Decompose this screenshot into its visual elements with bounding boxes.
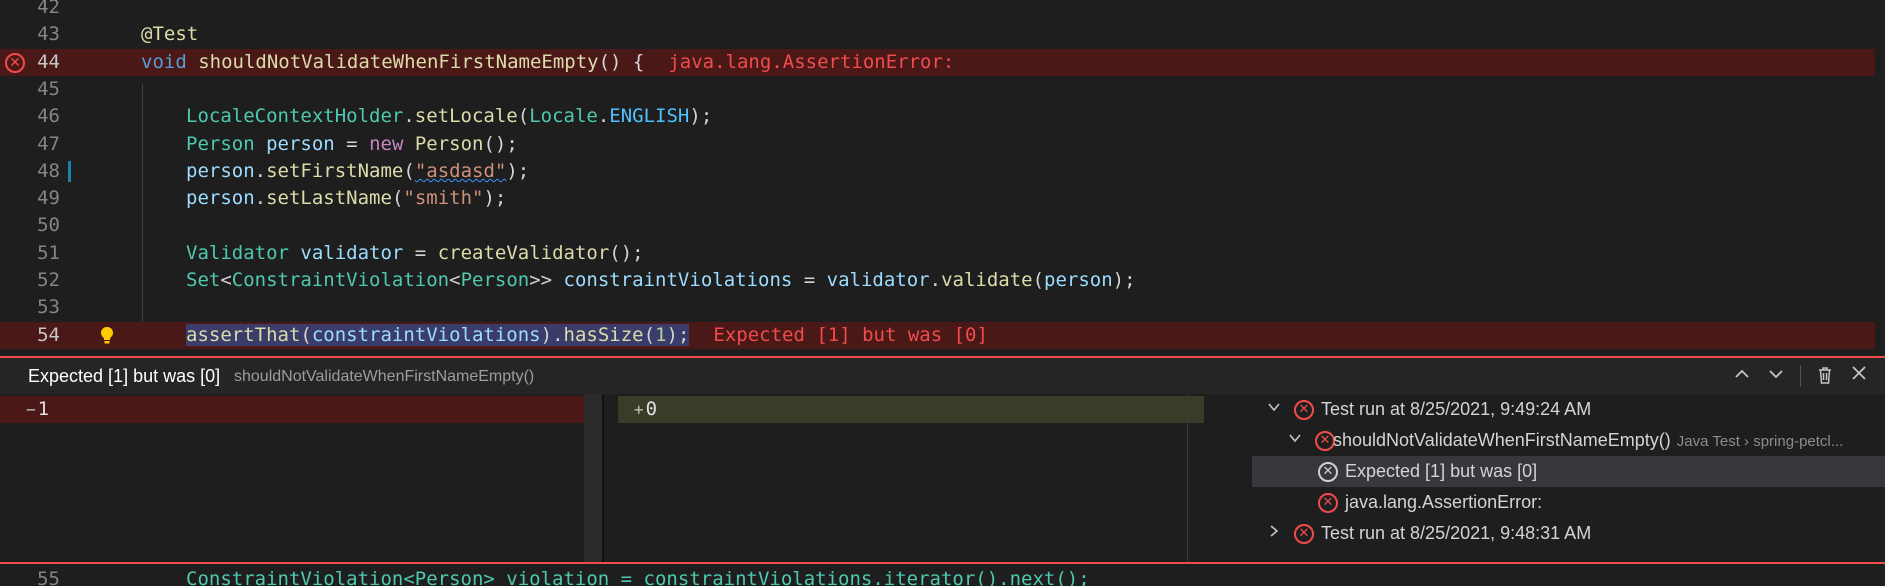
inline-error-message: Expected [1] but was [0] — [713, 323, 988, 346]
chevron-down-icon[interactable] — [1286, 431, 1304, 449]
editor-line[interactable]: 43 @Test — [0, 21, 1885, 48]
editor-line[interactable]: 42 — [0, 0, 1885, 21]
peek-subtitle: shouldNotValidateWhenFirstNameEmpty() — [234, 368, 535, 385]
tree-item-label: shouldNotValidateWhenFirstNameEmpty() — [1333, 430, 1671, 450]
code-text: @Test — [141, 23, 199, 46]
toolbar-separator — [1800, 365, 1801, 387]
expected-value: 1 — [37, 398, 50, 420]
diff-removed-text: −1 — [26, 396, 49, 423]
code-text: LocaleContextHolder.setLocale(Locale.ENG… — [186, 105, 713, 128]
line-number: 43 — [37, 23, 60, 46]
line-number: 52 — [37, 269, 60, 291]
editor-line[interactable]: 54 assertThat(constraintViolations).hasSi… — [0, 321, 1875, 349]
test-results-tree: ✕ Test run at 8/25/2021, 9:49:24 AM ✕ sh… — [1252, 394, 1885, 562]
chevron-up-icon[interactable] — [1732, 365, 1752, 387]
lightbulb-icon[interactable] — [100, 326, 114, 345]
diff-scrollbar[interactable] — [584, 394, 602, 562]
line-number: 48 — [37, 159, 60, 182]
code-text: assertThat(constraintViolations).hasSize… — [186, 323, 988, 346]
editor-line[interactable]: 49 person.setLastName("smith"); — [0, 185, 1885, 212]
editor-line[interactable]: 46 LocaleContextHolder.setLocale(Locale.E… — [0, 103, 1885, 130]
code-text: Set<ConstraintViolation<Person>> constra… — [186, 269, 1136, 291]
error-circle-icon: ✕ — [1318, 493, 1338, 513]
tree-item-test-run[interactable]: ✕ Test run at 8/25/2021, 9:48:31 AM — [1252, 518, 1885, 549]
editor-line[interactable]: 52 Set<ConstraintViolation<Person>> const… — [0, 267, 1885, 294]
plus-sign: + — [634, 400, 644, 419]
editor-line[interactable]: 47 Person person = new Person(); — [0, 131, 1885, 158]
line-number: 51 — [37, 241, 60, 264]
line-number: 47 — [37, 132, 60, 155]
tree-item-test-method[interactable]: ✕ shouldNotValidateWhenFirstNameEmpty() J… — [1252, 425, 1885, 456]
tree-item-label: Test run at 8/25/2021, 9:48:31 AM — [1321, 523, 1592, 543]
tree-item-message[interactable]: ✕ Expected [1] but was [0] — [1252, 456, 1885, 487]
tree-item-test-run[interactable]: ✕ Test run at 8/25/2021, 9:49:24 AM — [1252, 394, 1885, 425]
tree-item-message[interactable]: ✕ java.lang.AssertionError: — [1252, 487, 1885, 518]
line-number: 55 — [37, 568, 60, 586]
peek-border-bottom — [0, 562, 1885, 564]
editor-line[interactable]: 48 person.setFirstName("asdasd"); — [0, 158, 1885, 185]
tree-item-label: java.lang.AssertionError: — [1345, 492, 1543, 512]
code-text: Validator validator = createValidator(); — [186, 241, 644, 264]
tree-item-label: Expected [1] but was [0] — [1345, 461, 1538, 481]
code-text: ConstraintViolation<Person> violation = … — [186, 568, 1090, 586]
code-text: person.setFirstName("asdasd"); — [186, 159, 530, 182]
editor-line[interactable]: 53 — [0, 294, 1885, 321]
code-text: person.setLastName("smith"); — [186, 187, 507, 210]
inline-error-message: java.lang.AssertionError: — [668, 50, 955, 73]
editor-line[interactable]: 50 — [0, 212, 1885, 239]
code-text: void shouldNotValidateWhenFirstNameEmpty… — [141, 50, 955, 73]
line-number: 54 — [37, 323, 60, 346]
line-number: 49 — [37, 187, 60, 210]
chevron-down-icon[interactable] — [1766, 365, 1786, 387]
error-circle-icon: ✕ — [1318, 462, 1338, 482]
error-circle-icon: ✕ — [1315, 431, 1335, 451]
peek-title: Expected [1] but was [0] — [28, 366, 221, 386]
peek-header: Expected [1] but was [0] shouldNotValida… — [0, 358, 1885, 394]
actual-value: 0 — [645, 398, 658, 420]
editor-line[interactable]: 45 — [0, 76, 1885, 103]
line-number: 53 — [37, 296, 60, 319]
diff-expected-pane[interactable]: −1 — [0, 394, 602, 562]
minus-sign: − — [26, 400, 36, 419]
code-text: Person person = new Person(); — [186, 132, 518, 155]
peek-body: −1 +0 ✕ Test run at 8/25/2021, 9:49:24 A… — [0, 394, 1885, 562]
tree-item-description: Java Test › spring-petcl... — [1676, 433, 1844, 450]
chevron-right-icon[interactable] — [1265, 524, 1283, 542]
error-circle-icon: ✕ — [1294, 524, 1314, 544]
peek-actions — [1732, 364, 1869, 388]
trash-icon[interactable] — [1815, 365, 1835, 387]
diff-actual-pane[interactable]: +0 — [604, 394, 1204, 562]
chevron-down-icon[interactable] — [1265, 400, 1283, 418]
error-circle-icon: ✕ — [1294, 400, 1314, 420]
tree-item-text: shouldNotValidateWhenFirstNameEmpty() Jav… — [1333, 425, 1843, 456]
modified-line-marker[interactable] — [68, 160, 71, 182]
line-number: 50 — [37, 214, 60, 237]
diff-added-text: +0 — [634, 396, 657, 423]
code-editor[interactable]: 42 43 @Test 44 ✕ void shouldNotValidateWhenFi… — [0, 0, 1885, 355]
error-circle-icon[interactable]: ✕ — [5, 52, 25, 73]
editor-line-partial: 55 ConstraintViolation<Person> violation… — [0, 566, 1885, 586]
line-number: 42 — [37, 0, 60, 18]
line-number: 45 — [37, 77, 60, 100]
diff-added-line — [618, 396, 1204, 423]
diff-ruler — [1187, 394, 1188, 562]
close-icon[interactable] — [1849, 365, 1869, 387]
diff-removed-line — [0, 396, 600, 423]
editor-line[interactable]: 44 ✕ void shouldNotValidateWhenFirstNameEm… — [0, 48, 1875, 76]
editor-line[interactable]: 51 Validator validator = createValidator(… — [0, 240, 1885, 267]
line-number: 46 — [37, 105, 60, 128]
tree-item-label: Test run at 8/25/2021, 9:49:24 AM — [1321, 399, 1592, 419]
